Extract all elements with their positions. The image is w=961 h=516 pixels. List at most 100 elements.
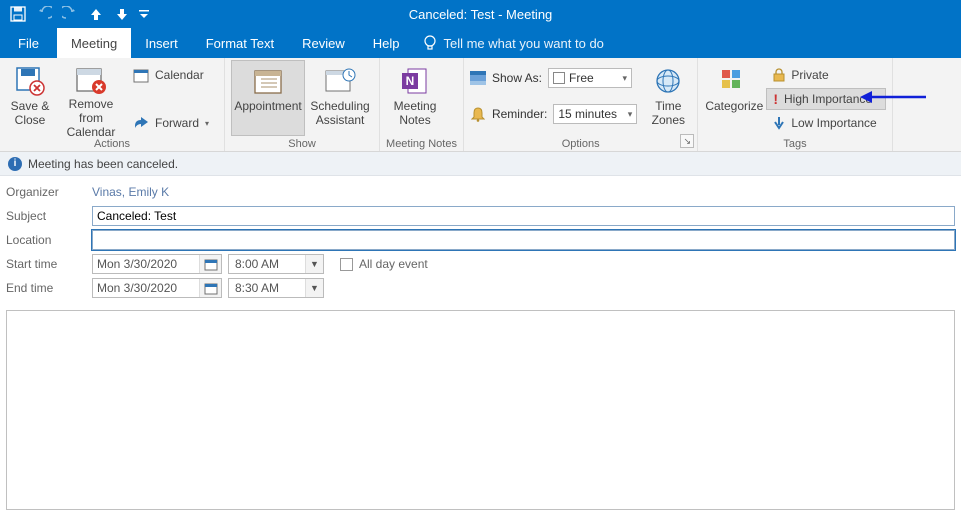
- calendar-button[interactable]: Calendar: [128, 64, 218, 86]
- appointment-button[interactable]: Appointment: [231, 60, 305, 136]
- tell-me-search[interactable]: Tell me what you want to do: [413, 28, 603, 58]
- all-day-checkbox[interactable]: All day event: [340, 257, 428, 271]
- group-actions: Save & Close Remove from Calendar Calend…: [0, 58, 225, 151]
- message-body[interactable]: [6, 310, 955, 510]
- categorize-label: Categorize: [705, 99, 763, 113]
- low-importance-icon: [773, 116, 785, 130]
- save-close-label: Save & Close: [9, 99, 51, 127]
- checkbox-box-icon: [340, 258, 353, 271]
- remove-calendar-icon: [75, 65, 107, 95]
- date-picker-icon[interactable]: [199, 255, 221, 273]
- show-as-label: Show As:: [492, 71, 542, 85]
- arrow-up-icon[interactable]: [84, 2, 108, 26]
- onenote-icon: N: [399, 65, 431, 97]
- start-time-input[interactable]: 8:00 AM ▼: [228, 254, 324, 274]
- free-swatch-icon: [553, 72, 565, 84]
- calendar-label: Calendar: [155, 68, 204, 82]
- show-as-value: Free: [569, 71, 594, 85]
- categorize-icon: [718, 65, 750, 97]
- organizer-value: Vinas, Emily K: [92, 185, 169, 199]
- globe-icon: [652, 65, 684, 97]
- tab-review[interactable]: Review: [288, 28, 359, 58]
- meeting-notes-button[interactable]: N Meeting Notes: [386, 60, 444, 136]
- group-show: Appointment Scheduling Assistant Show: [225, 58, 380, 151]
- appointment-label: Appointment: [234, 99, 301, 113]
- svg-text:N: N: [406, 74, 415, 88]
- private-label: Private: [791, 68, 828, 82]
- tab-help[interactable]: Help: [359, 28, 414, 58]
- dropdown-arrow-icon[interactable]: ▼: [305, 255, 323, 273]
- forward-icon: [133, 115, 149, 131]
- group-tags-caption: Tags: [704, 136, 885, 153]
- lock-icon: [773, 68, 785, 82]
- forward-label: Forward: [155, 116, 199, 130]
- dropdown-arrow-icon: ▾: [205, 119, 209, 128]
- reminder-value: 15 minutes: [558, 107, 617, 121]
- high-importance-label: High Importance: [784, 92, 872, 106]
- forward-button[interactable]: Forward ▾: [128, 112, 218, 134]
- end-date-input[interactable]: Mon 3/30/2020: [92, 278, 222, 298]
- location-label: Location: [6, 233, 86, 247]
- time-zones-button[interactable]: Time Zones: [645, 60, 691, 136]
- categorize-button[interactable]: Categorize: [704, 60, 764, 136]
- end-time-label: End time: [6, 281, 86, 295]
- dropdown-arrow-icon: ▾: [622, 73, 627, 84]
- scheduling-assistant-button[interactable]: Scheduling Assistant: [307, 60, 373, 136]
- dropdown-arrow-icon: ▾: [628, 109, 633, 120]
- group-options-caption: Options: [470, 136, 691, 153]
- lightbulb-icon: [423, 35, 437, 51]
- remove-from-calendar-button[interactable]: Remove from Calendar: [56, 60, 126, 136]
- save-icon[interactable]: [6, 2, 30, 26]
- group-show-caption: Show: [231, 136, 373, 153]
- save-close-button[interactable]: Save & Close: [6, 60, 54, 136]
- date-picker-icon[interactable]: [199, 279, 221, 297]
- arrow-down-icon[interactable]: [110, 2, 134, 26]
- ribbon: Save & Close Remove from Calendar Calend…: [0, 58, 961, 152]
- title-bar: Canceled: Test - Meeting: [0, 0, 961, 28]
- scheduling-icon: [324, 65, 356, 97]
- quick-access-toolbar: [0, 2, 152, 26]
- appointment-icon: [252, 65, 284, 97]
- tab-file[interactable]: File: [0, 28, 57, 58]
- start-date-input[interactable]: Mon 3/30/2020: [92, 254, 222, 274]
- info-bar: i Meeting has been canceled.: [0, 152, 961, 176]
- tab-insert[interactable]: Insert: [131, 28, 192, 58]
- start-time-value: 8:00 AM: [229, 257, 305, 271]
- end-date-value: Mon 3/30/2020: [93, 281, 199, 295]
- end-time-value: 8:30 AM: [229, 281, 305, 295]
- subject-input[interactable]: [92, 206, 955, 226]
- reminder-icon: [470, 106, 486, 122]
- all-day-label: All day event: [359, 257, 428, 271]
- meeting-notes-label: Meeting Notes: [389, 99, 441, 127]
- show-as-icon: [470, 70, 486, 86]
- remove-calendar-label: Remove from Calendar: [59, 97, 123, 139]
- ribbon-tabs: File Meeting Insert Format Text Review H…: [0, 28, 961, 58]
- save-close-icon: [14, 65, 46, 97]
- options-dialog-launcher[interactable]: ↘: [680, 134, 694, 148]
- show-as-combo[interactable]: Free ▾: [548, 68, 632, 88]
- tab-meeting[interactable]: Meeting: [57, 28, 131, 58]
- private-button[interactable]: Private: [766, 64, 885, 86]
- undo-icon[interactable]: [32, 2, 56, 26]
- group-options: Show As: Free ▾ Reminder:: [464, 58, 698, 151]
- organizer-label: Organizer: [6, 185, 86, 199]
- redo-icon[interactable]: [58, 2, 82, 26]
- location-input[interactable]: [92, 230, 955, 250]
- low-importance-button[interactable]: Low Importance: [766, 112, 885, 134]
- group-notes-caption: Meeting Notes: [386, 136, 457, 153]
- subject-label: Subject: [6, 209, 86, 223]
- tab-format-text[interactable]: Format Text: [192, 28, 288, 58]
- low-importance-label: Low Importance: [791, 116, 876, 130]
- dropdown-arrow-icon[interactable]: ▼: [305, 279, 323, 297]
- info-bar-text: Meeting has been canceled.: [28, 157, 178, 171]
- start-time-label: Start time: [6, 257, 86, 271]
- info-icon: i: [8, 157, 22, 171]
- scheduling-label: Scheduling Assistant: [310, 99, 370, 127]
- high-importance-icon: !: [773, 91, 778, 107]
- reminder-combo[interactable]: 15 minutes ▾: [553, 104, 637, 124]
- qat-customize-icon[interactable]: [136, 2, 152, 26]
- tell-me-label: Tell me what you want to do: [443, 36, 603, 51]
- high-importance-button[interactable]: ! High Importance: [766, 88, 885, 110]
- time-zones-label: Time Zones: [648, 99, 688, 127]
- end-time-input[interactable]: 8:30 AM ▼: [228, 278, 324, 298]
